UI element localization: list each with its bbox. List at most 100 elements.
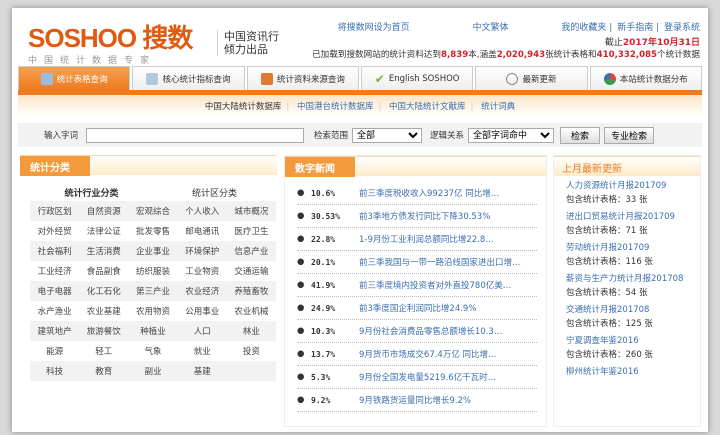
- category-link[interactable]: 公用事业: [178, 305, 227, 317]
- traditional-chinese-link[interactable]: 中文繁体: [473, 23, 509, 33]
- tab-label: 最新更新: [522, 74, 557, 85]
- category-link[interactable]: 基建: [178, 365, 227, 377]
- category-link[interactable]: 人口: [178, 325, 227, 337]
- category-link[interactable]: 教育: [79, 365, 128, 377]
- category-link[interactable]: 科技: [30, 365, 79, 377]
- tab-industry-category[interactable]: 统计行业分类: [30, 186, 153, 199]
- favorites-link[interactable]: 我的收藏夹: [561, 23, 606, 33]
- update-link[interactable]: 交通统计月报201708: [566, 304, 691, 318]
- category-link[interactable]: 城市概况: [227, 205, 276, 217]
- category-link[interactable]: 工业经济: [30, 265, 79, 277]
- category-row: 行政区划 自然资源 宏观综合 个人收入 城市概况: [30, 201, 276, 221]
- news-value: 20.1%: [311, 257, 336, 267]
- category-link[interactable]: 社会福利: [30, 245, 79, 257]
- category-link[interactable]: 纺织服装: [128, 265, 177, 277]
- tab-data-distribution[interactable]: 本站统计数据分布: [589, 66, 702, 90]
- advanced-search-button[interactable]: 专业检索: [604, 126, 655, 144]
- table-icon: [40, 72, 53, 85]
- news-link[interactable]: 前3季度国企利润同比增24.9%: [359, 302, 534, 314]
- category-link[interactable]: 自然资源: [79, 205, 128, 217]
- news-link[interactable]: 前三季度境内投资者对外直投780亿美…: [359, 279, 534, 291]
- news-link[interactable]: 9月铁路货运量同比增长9.2%: [359, 394, 534, 406]
- dictionary-link[interactable]: 统计词典: [481, 102, 515, 112]
- login-link[interactable]: 登录系统: [664, 23, 700, 33]
- literature-db-link[interactable]: 中国大陆统计文献库: [389, 102, 466, 112]
- news-link[interactable]: 1-9月份工业利润总额同比增22.8…: [359, 233, 534, 245]
- category-link[interactable]: 旅游餐饮: [79, 325, 128, 337]
- tab-indicator-query[interactable]: 核心统计指标查询: [132, 66, 245, 90]
- tab-english[interactable]: ✔ English SOSHOO: [360, 66, 474, 90]
- category-link[interactable]: 农业机械: [227, 305, 276, 317]
- category-link[interactable]: 企业事业: [128, 245, 177, 257]
- stats-tables: 2,020,943: [496, 50, 546, 60]
- category-link[interactable]: 种植业: [128, 325, 177, 337]
- news-link[interactable]: 9月货币市场成交67.4万亿 同比增…: [359, 348, 534, 360]
- tab-table-query[interactable]: 统计表格查询: [18, 66, 131, 90]
- news-item: ● 30.53% 前3季地方债发行同比下降30.53%: [297, 205, 537, 228]
- update-link[interactable]: 柳州统计年鉴2016: [566, 366, 691, 380]
- news-link[interactable]: 前3季地方债发行同比下降30.53%: [359, 210, 534, 222]
- category-link[interactable]: 林业: [227, 325, 276, 337]
- search-input[interactable]: [86, 127, 305, 143]
- top-links: 将搜数网设为首页 中文繁体 我的收藏夹 | 新手指南 | 登录系统: [337, 23, 700, 33]
- update-link[interactable]: 宁夏调查年鉴2016: [566, 335, 691, 349]
- category-link[interactable]: 电子电器: [30, 285, 79, 297]
- category-link[interactable]: 批发零售: [128, 225, 177, 237]
- update-link[interactable]: 劳动统计月报201709: [566, 242, 691, 256]
- news-link[interactable]: 9月份全国发电量5219.6亿千瓦时…: [359, 371, 534, 383]
- search-button[interactable]: 检索: [560, 126, 601, 144]
- category-link[interactable]: 农业基建: [79, 305, 128, 317]
- mainland-db-link[interactable]: 中国大陆统计数据库: [205, 102, 282, 112]
- category-link[interactable]: 医疗卫生: [227, 225, 276, 237]
- tab-source-query[interactable]: 统计资料来源查询: [246, 66, 359, 90]
- news-value: 22.8%: [311, 234, 336, 244]
- category-link[interactable]: 农业经济: [178, 285, 227, 297]
- logo[interactable]: SOSHOO 搜数 中国统计数据专家: [28, 18, 193, 66]
- scope-select[interactable]: 全部: [352, 127, 423, 143]
- update-link[interactable]: 薪资与生产力统计月报201708: [566, 273, 691, 287]
- category-link[interactable]: 轻工: [79, 345, 128, 357]
- hk-tw-db-link[interactable]: 中国港台统计数据库: [297, 102, 374, 112]
- tab-region-category[interactable]: 统计区分类: [153, 186, 276, 199]
- slogan: 中国资讯行 倾力出品: [217, 30, 279, 56]
- category-link[interactable]: 食品副食: [79, 265, 128, 277]
- category-panel: 统计分类 统计行业分类 统计区分类 行政区划 自然资源 宏观综合 个人收入 城市概况对外经…: [20, 155, 277, 381]
- stats-line: 已加载到搜数网站的统计资料达到8,839本,涵盖2,020,943张统计表格和4…: [312, 48, 700, 60]
- category-link[interactable]: 气象: [128, 345, 177, 357]
- category-link[interactable]: 副业: [128, 365, 177, 377]
- category-link[interactable]: 对外经贸: [30, 225, 79, 237]
- news-link[interactable]: 9月份社会消费品零售总额增长10.3…: [359, 325, 534, 337]
- category-link[interactable]: 宏观综合: [128, 205, 177, 217]
- update-link[interactable]: 人力资源统计月报201709: [566, 180, 691, 194]
- category-link[interactable]: 化工石化: [79, 285, 128, 297]
- category-link[interactable]: 环境保护: [178, 245, 227, 257]
- category-link[interactable]: 个人收入: [178, 205, 227, 217]
- category-link[interactable]: 工业物资: [178, 265, 227, 277]
- slogan-line2: 倾力出品: [224, 43, 268, 56]
- logic-label: 逻辑关系: [430, 131, 465, 141]
- tab-latest-updates[interactable]: 最新更新: [475, 66, 588, 90]
- news-item: ● 9.2% 9月铁路货运量同比增长9.2%: [297, 389, 537, 412]
- category-link[interactable]: 生活消费: [79, 245, 128, 257]
- category-title: 统计分类: [20, 156, 90, 176]
- category-link[interactable]: 就业: [178, 345, 227, 357]
- category-link[interactable]: 交通运输: [227, 265, 276, 277]
- update-link[interactable]: 进出口贸易统计月报201709: [566, 211, 691, 225]
- guide-link[interactable]: 新手指南: [617, 23, 653, 33]
- category-link[interactable]: 邮电通讯: [178, 225, 227, 237]
- category-link[interactable]: 行政区划: [30, 205, 79, 217]
- category-link[interactable]: 法律公证: [79, 225, 128, 237]
- category-link[interactable]: 第三产业: [128, 285, 177, 297]
- category-link[interactable]: 养殖畜牧: [227, 285, 276, 297]
- logic-select[interactable]: 全部字词命中: [468, 127, 555, 143]
- category-link[interactable]: 农用物资: [128, 305, 177, 317]
- category-link[interactable]: 建筑地产: [30, 325, 79, 337]
- category-link[interactable]: 信息产业: [227, 245, 276, 257]
- category-link[interactable]: 投资: [227, 345, 276, 357]
- category-link[interactable]: 能源: [30, 345, 79, 357]
- category-row: 建筑地产 旅游餐饮 种植业 人口 林业: [30, 321, 276, 341]
- category-link[interactable]: 水产渔业: [30, 305, 79, 317]
- set-homepage-link[interactable]: 将搜数网设为首页: [338, 23, 410, 33]
- news-link[interactable]: 前三季度税收收入99237亿 同比增…: [359, 187, 534, 199]
- news-link[interactable]: 前三季我国与一带一路沿线国家进出口增…: [359, 256, 534, 268]
